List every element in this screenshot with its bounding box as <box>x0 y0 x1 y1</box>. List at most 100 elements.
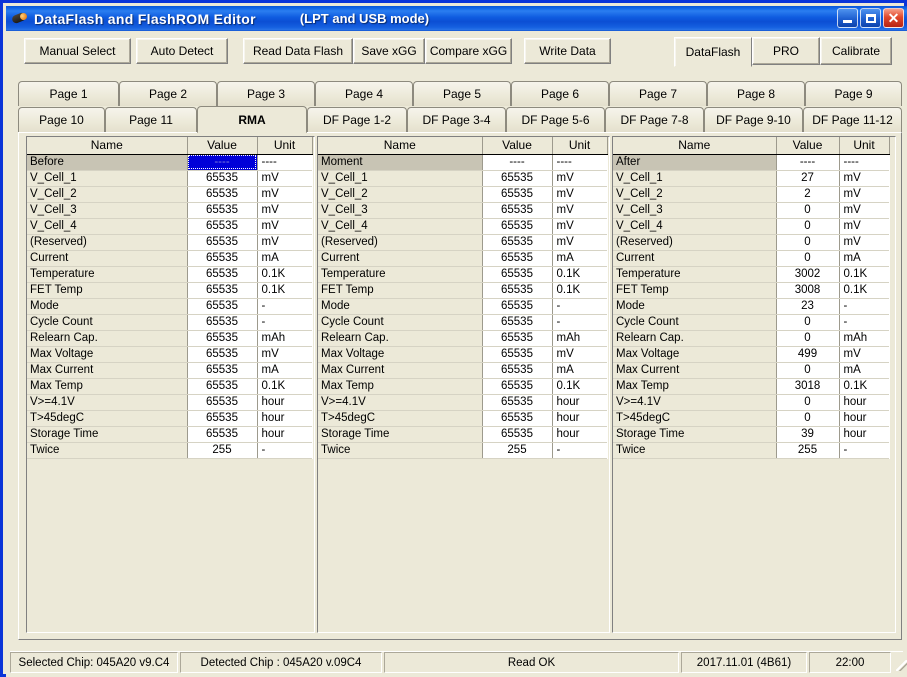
cell-name[interactable]: Mode <box>613 298 777 315</box>
cell-unit[interactable]: - <box>552 298 607 315</box>
cell-name[interactable]: Storage Time <box>613 426 777 443</box>
column-header-name[interactable]: Name <box>27 137 188 155</box>
cell-value[interactable]: 3002 <box>776 266 840 283</box>
table-row[interactable]: Storage Time 39 hour <box>613 426 889 443</box>
cell-value[interactable]: 23 <box>776 298 840 315</box>
table-row[interactable]: Max Voltage 65535 mV <box>27 346 312 363</box>
table-row[interactable]: Current 65535 mA <box>318 250 607 267</box>
table-row[interactable]: T>45degC 65535 hour <box>27 410 312 427</box>
cell-unit[interactable]: mV <box>839 186 889 203</box>
cell-name[interactable]: Cycle Count <box>27 314 188 331</box>
cell-name[interactable]: Before <box>27 154 188 171</box>
cell-value[interactable]: 255 <box>482 442 553 459</box>
table-row[interactable]: Max Temp 3018 0.1K <box>613 378 889 395</box>
table-row[interactable]: Max Voltage 499 mV <box>613 346 889 363</box>
cell-name[interactable]: (Reserved) <box>318 234 483 251</box>
cell-value[interactable]: 65535 <box>187 202 258 219</box>
table-row[interactable]: V_Cell_4 65535 mV <box>27 218 312 235</box>
cell-value[interactable]: 65535 <box>187 378 258 395</box>
close-button[interactable]: ✕ <box>883 8 904 28</box>
table-row[interactable]: Storage Time 65535 hour <box>318 426 607 443</box>
table-row[interactable]: V_Cell_1 65535 mV <box>318 170 607 187</box>
table-row[interactable]: Current 65535 mA <box>27 250 312 267</box>
cell-name[interactable]: Max Temp <box>318 378 483 395</box>
cell-name[interactable]: Storage Time <box>27 426 188 443</box>
resize-grip-icon[interactable] <box>893 652 907 673</box>
table-row[interactable]: Cycle Count 65535- <box>318 314 607 331</box>
cell-value[interactable]: 65535 <box>482 346 553 363</box>
cell-value[interactable]: 65535 <box>482 314 553 331</box>
cell-value[interactable]: 65535 <box>482 202 553 219</box>
cell-unit[interactable]: mA <box>552 362 607 379</box>
cell-value[interactable]: 255 <box>187 442 258 459</box>
cell-value[interactable]: 65535 <box>482 410 553 427</box>
cell-name[interactable]: Max Voltage <box>318 346 483 363</box>
table-row[interactable]: Max Voltage 65535 mV <box>318 346 607 363</box>
table-row[interactable]: Temperature 65535 0.1K <box>27 266 312 283</box>
cell-unit[interactable]: mV <box>552 346 607 363</box>
cell-unit[interactable]: mAh <box>839 330 889 347</box>
cell-value[interactable]: 3018 <box>776 378 840 395</box>
cell-name[interactable]: Max Temp <box>613 378 777 395</box>
table-row[interactable]: V_Cell_2 2 mV <box>613 186 889 203</box>
cell-unit[interactable]: hour <box>257 394 312 411</box>
table-row[interactable]: Max Current 65535 mA <box>27 362 312 379</box>
cell-unit[interactable]: mV <box>552 234 607 251</box>
toolbar-button-compare-xgg[interactable]: Compare xGG <box>425 38 512 64</box>
cell-unit[interactable]: ---- <box>839 154 889 171</box>
cell-unit[interactable]: 0.1K <box>552 282 607 299</box>
table-row[interactable]: V_Cell_1 65535 mV <box>27 170 312 187</box>
cell-name[interactable]: V_Cell_1 <box>27 170 188 187</box>
cell-value[interactable]: 65535 <box>482 362 553 379</box>
table-row[interactable]: Relearn Cap. 0 mAh <box>613 330 889 347</box>
cell-name[interactable]: Mode <box>318 298 483 315</box>
table-row[interactable]: Twice 255- <box>318 442 607 459</box>
cell-unit[interactable]: hour <box>552 394 607 411</box>
cell-unit[interactable]: hour <box>839 410 889 427</box>
cell-name[interactable]: T>45degC <box>318 410 483 427</box>
cell-name[interactable]: Current <box>27 250 188 267</box>
table-row[interactable]: (Reserved) 65535 mV <box>318 234 607 251</box>
cell-value[interactable]: 65535 <box>187 170 258 187</box>
cell-unit[interactable]: mV <box>552 186 607 203</box>
cell-name[interactable]: Max Current <box>318 362 483 379</box>
cell-unit[interactable]: hour <box>257 410 312 427</box>
maximize-button[interactable] <box>860 8 881 28</box>
cell-value[interactable]: 65535 <box>187 330 258 347</box>
cell-name[interactable]: V_Cell_3 <box>27 202 188 219</box>
tab-page-8[interactable]: Page 8 <box>707 81 805 106</box>
cell-unit[interactable]: mA <box>552 250 607 267</box>
cell-value[interactable]: 65535 <box>482 218 553 235</box>
cell-name[interactable]: Current <box>318 250 483 267</box>
cell-unit[interactable]: hour <box>552 426 607 443</box>
table-row[interactable]: (Reserved) 65535 mV <box>27 234 312 251</box>
cell-name[interactable]: (Reserved) <box>27 234 188 251</box>
table-row[interactable]: Temperature 65535 0.1K <box>318 266 607 283</box>
table-row[interactable]: Max Temp 65535 0.1K <box>318 378 607 395</box>
cell-unit[interactable]: hour <box>552 410 607 427</box>
cell-unit[interactable]: - <box>839 442 889 459</box>
cell-name[interactable]: Relearn Cap. <box>613 330 777 347</box>
table-row[interactable]: Mode 65535- <box>318 298 607 315</box>
cell-name[interactable]: Cycle Count <box>613 314 777 331</box>
tab-df-page-11-12[interactable]: DF Page 11-12 <box>803 107 902 132</box>
cell-unit[interactable]: mA <box>257 250 312 267</box>
cell-name[interactable]: V_Cell_2 <box>318 186 483 203</box>
column-header-name[interactable]: Name <box>318 137 483 155</box>
cell-unit[interactable]: ---- <box>257 154 312 171</box>
table-row[interactable]: Mode 23- <box>613 298 889 315</box>
table-row[interactable]: V_Cell_4 65535 mV <box>318 218 607 235</box>
cell-unit[interactable]: mV <box>257 218 312 235</box>
cell-value[interactable]: 65535 <box>187 426 258 443</box>
cell-unit[interactable]: 0.1K <box>257 378 312 395</box>
cell-name[interactable]: Storage Time <box>318 426 483 443</box>
cell-name[interactable]: Cycle Count <box>318 314 483 331</box>
column-header-value[interactable]: Value <box>187 137 258 155</box>
cell-unit[interactable]: - <box>552 314 607 331</box>
column-header-unit[interactable]: Unit <box>839 137 890 155</box>
table-row[interactable]: Mode 65535- <box>27 298 312 315</box>
cell-unit[interactable]: mV <box>552 218 607 235</box>
table-row[interactable]: FET Temp 3008 0.1K <box>613 282 889 299</box>
cell-value[interactable]: 499 <box>776 346 840 363</box>
cell-name[interactable]: Twice <box>318 442 483 459</box>
